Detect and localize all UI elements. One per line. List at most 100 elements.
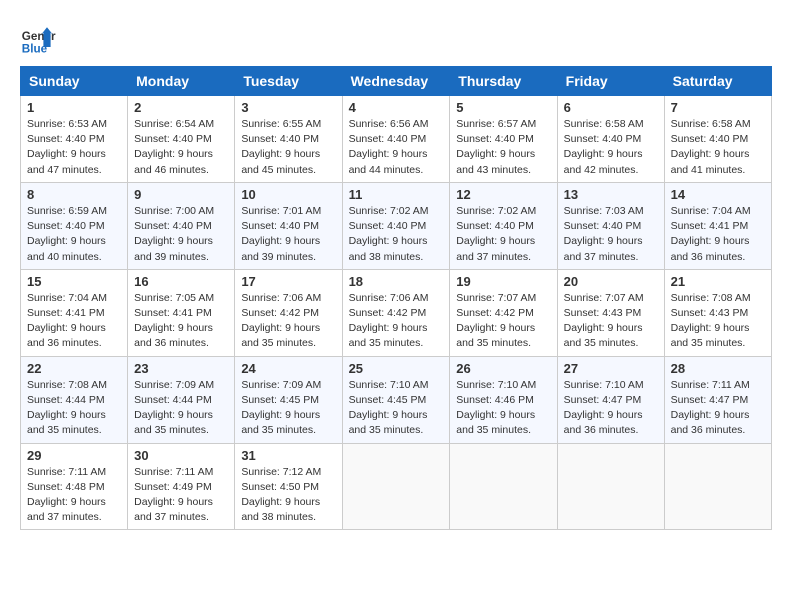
day-info: Sunrise: 7:10 AMSunset: 4:46 PMDaylight:…: [456, 379, 536, 437]
day-info: Sunrise: 7:11 AMSunset: 4:48 PMDaylight:…: [27, 466, 106, 524]
day-info: Sunrise: 7:04 AMSunset: 4:41 PMDaylight:…: [27, 292, 107, 350]
day-info: Sunrise: 7:06 AMSunset: 4:42 PMDaylight:…: [241, 292, 321, 350]
calendar-cell: 24 Sunrise: 7:09 AMSunset: 4:45 PMDaylig…: [235, 356, 342, 443]
day-number: 27: [564, 361, 658, 376]
calendar-cell: 7 Sunrise: 6:58 AMSunset: 4:40 PMDayligh…: [664, 96, 771, 183]
calendar-cell: 28 Sunrise: 7:11 AMSunset: 4:47 PMDaylig…: [664, 356, 771, 443]
day-number: 29: [27, 448, 121, 463]
weekday-header-thursday: Thursday: [450, 67, 557, 96]
day-number: 20: [564, 274, 658, 289]
day-number: 10: [241, 187, 335, 202]
weekday-header-saturday: Saturday: [664, 67, 771, 96]
calendar-cell: 21 Sunrise: 7:08 AMSunset: 4:43 PMDaylig…: [664, 269, 771, 356]
day-info: Sunrise: 7:11 AMSunset: 4:47 PMDaylight:…: [671, 379, 750, 437]
day-number: 24: [241, 361, 335, 376]
logo: General Blue: [20, 20, 56, 56]
calendar-cell: 19 Sunrise: 7:07 AMSunset: 4:42 PMDaylig…: [450, 269, 557, 356]
day-info: Sunrise: 7:02 AMSunset: 4:40 PMDaylight:…: [349, 205, 429, 263]
calendar-cell: 31 Sunrise: 7:12 AMSunset: 4:50 PMDaylig…: [235, 443, 342, 530]
day-number: 23: [134, 361, 228, 376]
day-info: Sunrise: 7:08 AMSunset: 4:43 PMDaylight:…: [671, 292, 751, 350]
calendar-cell: 5 Sunrise: 6:57 AMSunset: 4:40 PMDayligh…: [450, 96, 557, 183]
day-info: Sunrise: 6:53 AMSunset: 4:40 PMDaylight:…: [27, 118, 107, 176]
day-number: 16: [134, 274, 228, 289]
day-number: 17: [241, 274, 335, 289]
day-info: Sunrise: 6:56 AMSunset: 4:40 PMDaylight:…: [349, 118, 429, 176]
day-number: 25: [349, 361, 444, 376]
day-info: Sunrise: 7:02 AMSunset: 4:40 PMDaylight:…: [456, 205, 536, 263]
calendar-cell: 6 Sunrise: 6:58 AMSunset: 4:40 PMDayligh…: [557, 96, 664, 183]
calendar-cell: 2 Sunrise: 6:54 AMSunset: 4:40 PMDayligh…: [128, 96, 235, 183]
day-number: 4: [349, 100, 444, 115]
day-info: Sunrise: 7:05 AMSunset: 4:41 PMDaylight:…: [134, 292, 214, 350]
day-number: 31: [241, 448, 335, 463]
calendar-cell: 17 Sunrise: 7:06 AMSunset: 4:42 PMDaylig…: [235, 269, 342, 356]
weekday-header-sunday: Sunday: [21, 67, 128, 96]
calendar-cell: 16 Sunrise: 7:05 AMSunset: 4:41 PMDaylig…: [128, 269, 235, 356]
calendar-cell: 18 Sunrise: 7:06 AMSunset: 4:42 PMDaylig…: [342, 269, 450, 356]
day-info: Sunrise: 7:07 AMSunset: 4:43 PMDaylight:…: [564, 292, 644, 350]
day-info: Sunrise: 7:10 AMSunset: 4:47 PMDaylight:…: [564, 379, 644, 437]
calendar-cell: 4 Sunrise: 6:56 AMSunset: 4:40 PMDayligh…: [342, 96, 450, 183]
calendar-cell: 15 Sunrise: 7:04 AMSunset: 4:41 PMDaylig…: [21, 269, 128, 356]
calendar-cell: 11 Sunrise: 7:02 AMSunset: 4:40 PMDaylig…: [342, 182, 450, 269]
day-info: Sunrise: 6:55 AMSunset: 4:40 PMDaylight:…: [241, 118, 321, 176]
calendar-week-2: 8 Sunrise: 6:59 AMSunset: 4:40 PMDayligh…: [21, 182, 772, 269]
day-info: Sunrise: 7:03 AMSunset: 4:40 PMDaylight:…: [564, 205, 644, 263]
day-info: Sunrise: 6:57 AMSunset: 4:40 PMDaylight:…: [456, 118, 536, 176]
calendar-cell: 12 Sunrise: 7:02 AMSunset: 4:40 PMDaylig…: [450, 182, 557, 269]
calendar-cell: 10 Sunrise: 7:01 AMSunset: 4:40 PMDaylig…: [235, 182, 342, 269]
svg-text:General: General: [22, 30, 56, 43]
day-info: Sunrise: 7:00 AMSunset: 4:40 PMDaylight:…: [134, 205, 214, 263]
page-header: General Blue: [20, 20, 772, 56]
day-info: Sunrise: 7:01 AMSunset: 4:40 PMDaylight:…: [241, 205, 321, 263]
day-info: Sunrise: 7:06 AMSunset: 4:42 PMDaylight:…: [349, 292, 429, 350]
day-info: Sunrise: 6:58 AMSunset: 4:40 PMDaylight:…: [564, 118, 644, 176]
day-info: Sunrise: 6:54 AMSunset: 4:40 PMDaylight:…: [134, 118, 214, 176]
day-info: Sunrise: 7:11 AMSunset: 4:49 PMDaylight:…: [134, 466, 213, 524]
day-number: 21: [671, 274, 765, 289]
day-info: Sunrise: 7:09 AMSunset: 4:44 PMDaylight:…: [134, 379, 214, 437]
day-info: Sunrise: 7:10 AMSunset: 4:45 PMDaylight:…: [349, 379, 429, 437]
calendar-cell: 29 Sunrise: 7:11 AMSunset: 4:48 PMDaylig…: [21, 443, 128, 530]
calendar-table: SundayMondayTuesdayWednesdayThursdayFrid…: [20, 66, 772, 530]
calendar-cell: 23 Sunrise: 7:09 AMSunset: 4:44 PMDaylig…: [128, 356, 235, 443]
day-info: Sunrise: 7:12 AMSunset: 4:50 PMDaylight:…: [241, 466, 321, 524]
calendar-body: 1 Sunrise: 6:53 AMSunset: 4:40 PMDayligh…: [21, 96, 772, 530]
day-info: Sunrise: 7:07 AMSunset: 4:42 PMDaylight:…: [456, 292, 536, 350]
calendar-cell: 9 Sunrise: 7:00 AMSunset: 4:40 PMDayligh…: [128, 182, 235, 269]
weekday-header-wednesday: Wednesday: [342, 67, 450, 96]
day-number: 28: [671, 361, 765, 376]
weekday-header-tuesday: Tuesday: [235, 67, 342, 96]
day-info: Sunrise: 7:08 AMSunset: 4:44 PMDaylight:…: [27, 379, 107, 437]
day-number: 7: [671, 100, 765, 115]
calendar-cell: 13 Sunrise: 7:03 AMSunset: 4:40 PMDaylig…: [557, 182, 664, 269]
day-number: 11: [349, 187, 444, 202]
calendar-cell: 8 Sunrise: 6:59 AMSunset: 4:40 PMDayligh…: [21, 182, 128, 269]
calendar-week-3: 15 Sunrise: 7:04 AMSunset: 4:41 PMDaylig…: [21, 269, 772, 356]
calendar-cell: 27 Sunrise: 7:10 AMSunset: 4:47 PMDaylig…: [557, 356, 664, 443]
day-number: 5: [456, 100, 550, 115]
calendar-cell: 1 Sunrise: 6:53 AMSunset: 4:40 PMDayligh…: [21, 96, 128, 183]
day-number: 6: [564, 100, 658, 115]
calendar-cell: [664, 443, 771, 530]
day-number: 18: [349, 274, 444, 289]
calendar-cell: [450, 443, 557, 530]
day-number: 8: [27, 187, 121, 202]
day-number: 30: [134, 448, 228, 463]
day-info: Sunrise: 7:09 AMSunset: 4:45 PMDaylight:…: [241, 379, 321, 437]
calendar-cell: 20 Sunrise: 7:07 AMSunset: 4:43 PMDaylig…: [557, 269, 664, 356]
calendar-cell: 25 Sunrise: 7:10 AMSunset: 4:45 PMDaylig…: [342, 356, 450, 443]
calendar-cell: 26 Sunrise: 7:10 AMSunset: 4:46 PMDaylig…: [450, 356, 557, 443]
calendar-week-4: 22 Sunrise: 7:08 AMSunset: 4:44 PMDaylig…: [21, 356, 772, 443]
day-number: 2: [134, 100, 228, 115]
day-number: 15: [27, 274, 121, 289]
weekday-header-friday: Friday: [557, 67, 664, 96]
calendar-week-5: 29 Sunrise: 7:11 AMSunset: 4:48 PMDaylig…: [21, 443, 772, 530]
weekday-header-monday: Monday: [128, 67, 235, 96]
day-number: 19: [456, 274, 550, 289]
logo-icon: General Blue: [20, 20, 56, 56]
calendar-header-row: SundayMondayTuesdayWednesdayThursdayFrid…: [21, 67, 772, 96]
day-info: Sunrise: 7:04 AMSunset: 4:41 PMDaylight:…: [671, 205, 751, 263]
calendar-cell: 3 Sunrise: 6:55 AMSunset: 4:40 PMDayligh…: [235, 96, 342, 183]
